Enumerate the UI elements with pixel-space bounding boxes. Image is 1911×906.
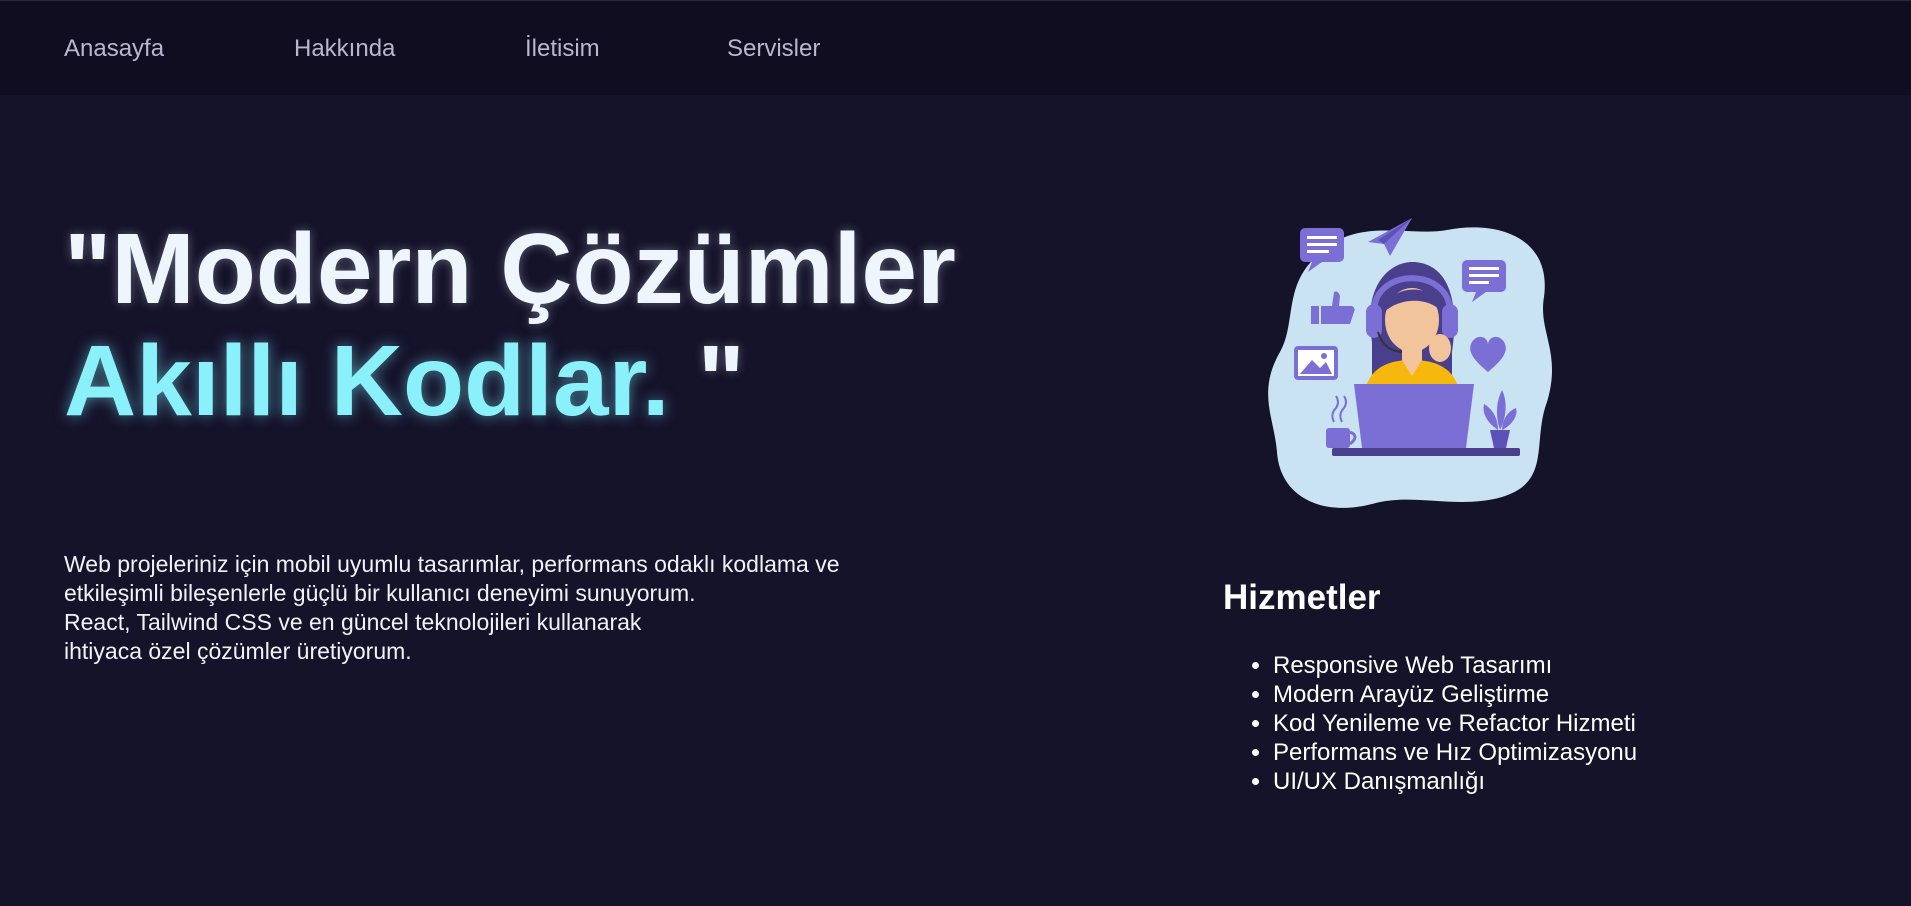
- intro-line: ihtiyaca özel çözümler üretiyorum.: [64, 638, 412, 664]
- service-item: Performans ve Hız Optimizasyonu: [1273, 738, 1637, 767]
- intro-line: Web projeleriniz için mobil uyumlu tasar…: [64, 551, 840, 577]
- headline-close-quote: ": [669, 325, 745, 437]
- main-content: "Modern Çözümler Akıllı Kodlar. " Web pr…: [0, 95, 1911, 906]
- intro-line: etkileşimli bileşenlerle güçlü bir kulla…: [64, 580, 696, 606]
- service-item: UI/UX Danışmanlığı: [1273, 767, 1637, 796]
- service-item: Responsive Web Tasarımı: [1273, 651, 1637, 680]
- services-heading: Hizmetler: [1223, 578, 1381, 617]
- services-list: Responsive Web Tasarımı Modern Arayüz Ge…: [1223, 651, 1637, 796]
- nav-link-anasayfa[interactable]: Anasayfa: [64, 34, 164, 64]
- nav-link-hakkinda[interactable]: Hakkında: [294, 34, 395, 64]
- intro-line: React, Tailwind CSS ve en güncel teknolo…: [64, 609, 642, 635]
- nav-link-servisler[interactable]: Servisler: [727, 34, 820, 64]
- hero-intro-text: Web projeleriniz için mobil uyumlu tasar…: [64, 550, 964, 666]
- customer-support-illustration: [1262, 212, 1562, 512]
- headline-accent-text: Akıllı Kodlar.: [64, 325, 670, 437]
- nav-link-iletisim[interactable]: İletisim: [525, 34, 600, 64]
- headline-line-2: Akıllı Kodlar. ": [64, 325, 956, 437]
- service-item: Kod Yenileme ve Refactor Hizmeti: [1273, 709, 1637, 738]
- service-item: Modern Arayüz Geliştirme: [1273, 680, 1637, 709]
- hero-headline: "Modern Çözümler Akıllı Kodlar. ": [64, 213, 956, 437]
- top-navbar: Anasayfa Hakkında İletisim Servisler: [0, 0, 1911, 95]
- support-agent-icon: [1268, 218, 1553, 508]
- headline-line-1: "Modern Çözümler: [64, 213, 956, 325]
